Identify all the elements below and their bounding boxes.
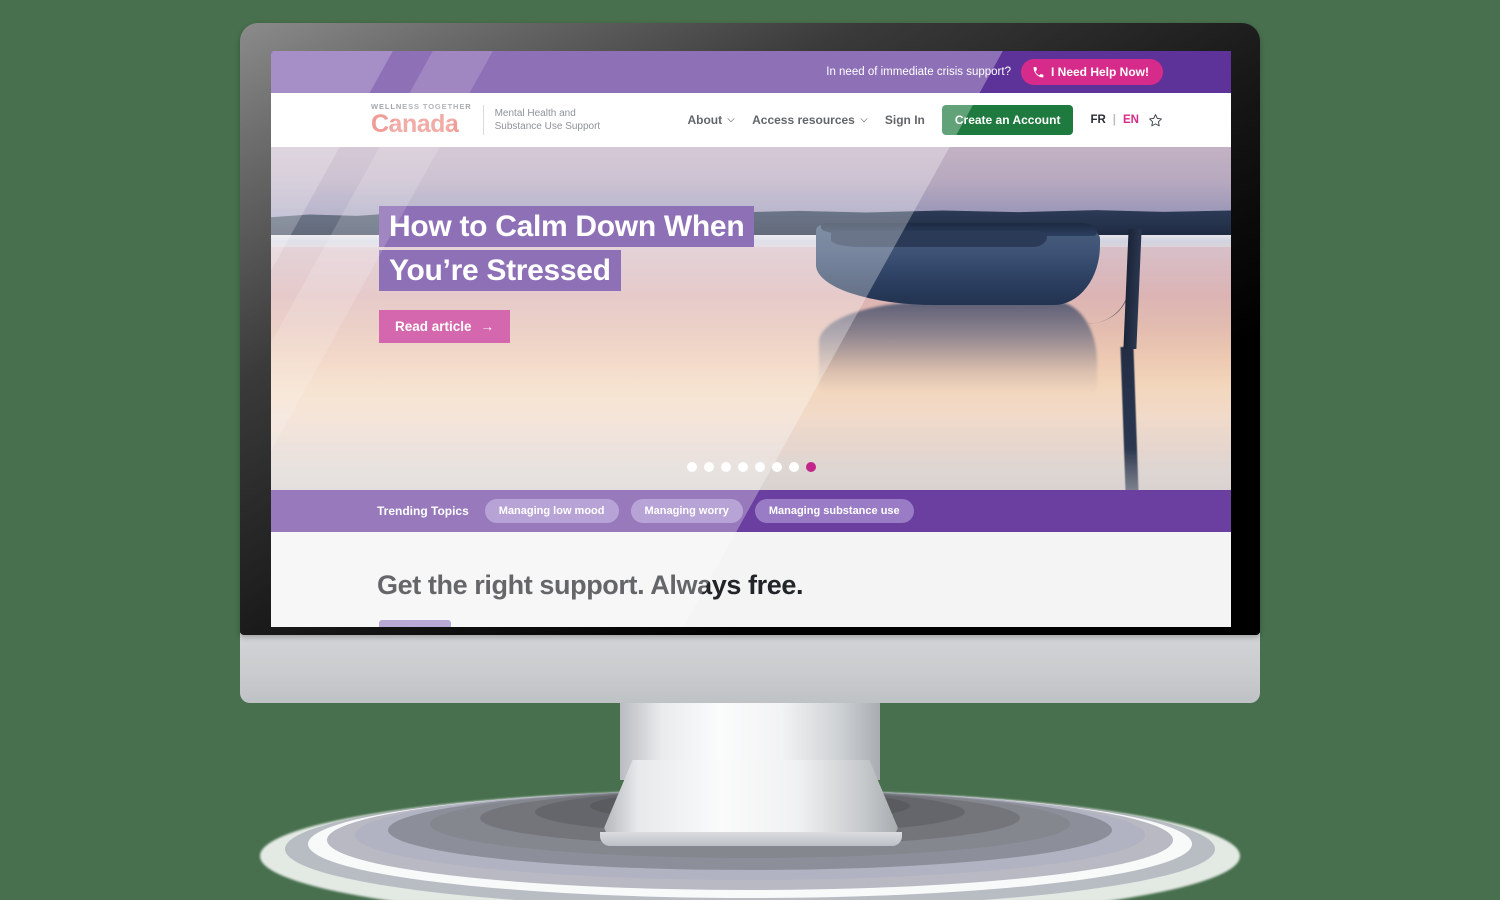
nav-item-about-label: About	[687, 113, 723, 127]
chevron-down-icon	[860, 117, 868, 122]
carousel-dot[interactable]	[788, 462, 799, 472]
crisis-support-bar: In need of immediate crisis support? I N…	[271, 51, 1231, 93]
phone-icon	[1033, 66, 1044, 77]
carousel-dot[interactable]	[720, 462, 731, 472]
crisis-prompt-text: In need of immediate crisis support?	[826, 66, 1011, 78]
nav-item-access-resources-label: Access resources	[752, 113, 855, 127]
brand-tagline-line2: Substance Use Support	[494, 121, 601, 132]
monitor-stand-foot	[600, 832, 902, 846]
read-article-label: Read article	[395, 319, 472, 334]
nav-item-about[interactable]: About	[687, 113, 735, 127]
trending-topics-bar: Trending Topics Managing low mood Managi…	[271, 490, 1231, 532]
language-separator: |	[1112, 114, 1117, 126]
trending-chip-worry[interactable]: Managing worry	[630, 499, 743, 523]
carousel-dot[interactable]	[754, 462, 765, 472]
brand-kicker: WELLNESS TOGETHER	[371, 101, 472, 111]
i-need-help-now-label: I Need Help Now!	[1050, 65, 1149, 79]
webpage: In need of immediate crisis support? I N…	[271, 51, 1231, 627]
brand-word: Canada	[371, 110, 459, 139]
chevron-down-icon	[727, 117, 735, 122]
hero-copy: How to Calm Down When You’re Stressed Re…	[379, 205, 755, 343]
brand-wordmark: WELLNESS TOGETHER Canada	[371, 103, 472, 138]
carousel-dots	[271, 462, 1231, 472]
site-header: WELLNESS TOGETHER Canada Mental Health a…	[271, 93, 1231, 147]
boat-interior	[831, 231, 1047, 247]
arrow-right-icon: →	[480, 319, 495, 334]
brand-tagline: Mental Health and Substance Use Support	[495, 107, 601, 134]
support-section: Get the right support. Always free.	[271, 532, 1231, 627]
main-navigation: About Access resources Sign In Create an…	[687, 105, 1163, 135]
monitor-chin	[240, 633, 1260, 703]
nav-item-sign-in-label: Sign In	[884, 113, 925, 127]
read-article-button[interactable]: Read article →	[379, 310, 511, 343]
trending-chip-low-mood[interactable]: Managing low mood	[484, 499, 619, 523]
brand-tagline-line1: Mental Health and	[494, 107, 576, 119]
nav-item-sign-in[interactable]: Sign In	[885, 113, 925, 127]
language-en[interactable]: EN	[1123, 114, 1139, 126]
boat-reflection	[819, 302, 1097, 394]
brand-logo[interactable]: WELLNESS TOGETHER Canada Mental Health a…	[371, 103, 600, 138]
carousel-dot[interactable]	[771, 462, 782, 472]
trending-topics-label: Trending Topics	[377, 504, 469, 518]
carousel-dot[interactable]	[703, 462, 714, 472]
hero-carousel: How to Calm Down When You’re Stressed Re…	[271, 147, 1231, 490]
hero-title-line2: You’re Stressed	[379, 249, 621, 291]
section-cta-button[interactable]	[379, 620, 451, 627]
i-need-help-now-button[interactable]: I Need Help Now!	[1020, 59, 1163, 85]
create-an-account-button[interactable]: Create an Account	[941, 105, 1074, 135]
carousel-dot-active[interactable]	[805, 462, 816, 472]
nav-item-access-resources[interactable]: Access resources	[752, 113, 868, 127]
star-icon[interactable]	[1148, 113, 1163, 128]
hero-title-wrap: How to Calm Down When You’re Stressed	[379, 205, 755, 292]
scene: In need of immediate crisis support? I N…	[0, 0, 1500, 900]
language-fr[interactable]: FR	[1090, 114, 1105, 126]
brand-divider	[482, 105, 484, 135]
carousel-dot[interactable]	[737, 462, 748, 472]
hero-title-line1: How to Calm Down When	[379, 206, 755, 247]
carousel-dot[interactable]	[686, 462, 697, 472]
monitor-bezel: In need of immediate crisis support? I N…	[240, 23, 1260, 635]
section-title: Get the right support. Always free.	[377, 570, 804, 600]
monitor-screen: In need of immediate crisis support? I N…	[271, 51, 1231, 627]
trending-chip-substance-use[interactable]: Managing substance use	[754, 499, 914, 523]
language-switcher: FR | EN	[1090, 113, 1163, 128]
